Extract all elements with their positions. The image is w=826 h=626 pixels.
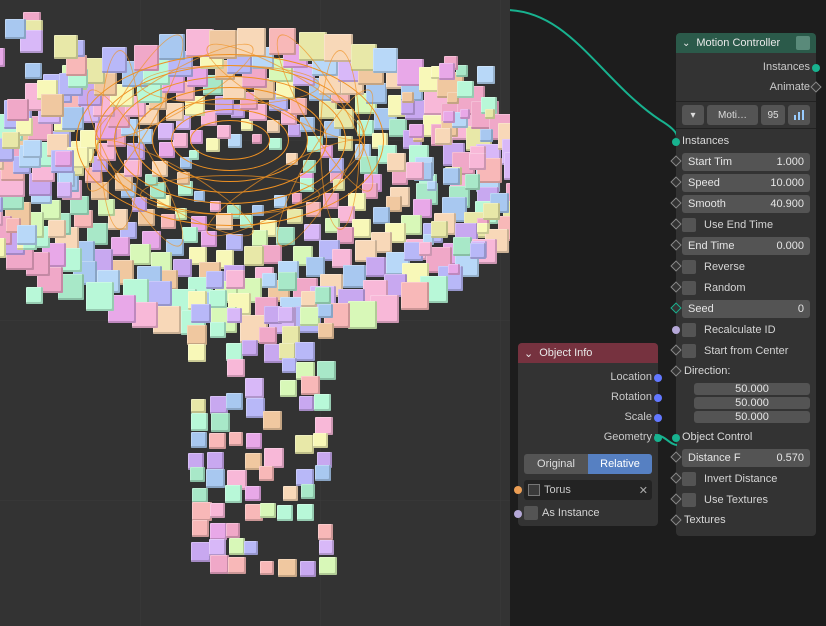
input-instances: Instances	[682, 131, 810, 151]
object-name: Torus	[544, 484, 571, 496]
node-title: Motion Controller	[696, 37, 780, 49]
field-seed: Seed0	[682, 298, 810, 319]
node-options-icon[interactable]	[796, 36, 810, 50]
object-picker[interactable]: Torus ✕	[524, 480, 652, 500]
socket-diamond[interactable]	[810, 81, 821, 92]
clear-icon[interactable]: ✕	[639, 484, 648, 497]
field-distance-f: Distance F0.570	[682, 447, 810, 468]
viewport-3d[interactable]	[0, 0, 510, 626]
socket-object[interactable]	[514, 486, 522, 494]
node-object-info[interactable]: ⌄ Object Info Location Rotation Scale Ge…	[518, 343, 658, 526]
torus-wireframe	[70, 30, 430, 290]
mode-dropdown[interactable]: Moti…	[707, 105, 758, 125]
transform-space-toggle: Original Relative	[524, 454, 652, 474]
field-use-end-time: Use End Time	[682, 214, 810, 235]
vector-direction: 50.000 50.000 50.000	[694, 383, 810, 423]
chevron-down-icon: ⌄	[524, 347, 533, 360]
field-recalculate-id: Recalculate ID	[682, 319, 810, 340]
node-editor[interactable]: ⌄ Motion Controller Instances Animate ▾ …	[510, 0, 826, 626]
field-start-from-center: Start from Center	[682, 340, 810, 361]
output-geometry: Geometry	[524, 427, 652, 447]
field-smooth: Smooth40.900	[682, 193, 810, 214]
socket-bool[interactable]	[514, 510, 522, 518]
node-header[interactable]: ⌄ Object Info	[518, 343, 658, 363]
label-direction: Direction:	[682, 361, 810, 381]
field-invert-distance: Invert Distance	[682, 468, 810, 489]
field-speed: Speed10.000	[682, 172, 810, 193]
socket-vector[interactable]	[654, 394, 662, 402]
output-instances: Instances	[682, 57, 810, 77]
graph-icon[interactable]	[788, 105, 810, 125]
mode-original[interactable]: Original	[524, 454, 588, 474]
mode-relative[interactable]: Relative	[588, 454, 652, 474]
node-header[interactable]: ⌄ Motion Controller	[676, 33, 816, 53]
node-outputs: Instances Animate	[676, 53, 816, 102]
field-end-time: End Time0.000	[682, 235, 810, 256]
input-object-control: Object Control	[682, 427, 810, 447]
field-random: Random	[682, 277, 810, 298]
node-title: Object Info	[539, 347, 592, 359]
field-reverse: Reverse	[682, 256, 810, 277]
node-outputs: Location Rotation Scale Geometry	[518, 363, 658, 451]
output-animate: Animate	[682, 77, 810, 97]
mode-dropdown-icon[interactable]: ▾	[682, 105, 704, 125]
socket-geometry[interactable]	[812, 64, 820, 72]
output-location: Location	[524, 367, 652, 387]
input-textures: Textures	[682, 510, 810, 530]
field-use-textures: Use Textures	[682, 489, 810, 510]
field-start-time: Start Tim1.000	[682, 151, 810, 172]
object-data-icon	[528, 484, 540, 496]
frame-number[interactable]: 95	[761, 105, 785, 125]
socket-vector[interactable]	[654, 374, 662, 382]
output-rotation: Rotation	[524, 387, 652, 407]
socket-geometry[interactable]	[654, 434, 662, 442]
output-scale: Scale	[524, 407, 652, 427]
socket-diamond[interactable]	[670, 155, 681, 166]
socket-geometry[interactable]	[672, 138, 680, 146]
socket-vector[interactable]	[654, 414, 662, 422]
node-motion-controller[interactable]: ⌄ Motion Controller Instances Animate ▾ …	[676, 33, 816, 536]
chevron-down-icon: ⌄	[682, 38, 690, 49]
